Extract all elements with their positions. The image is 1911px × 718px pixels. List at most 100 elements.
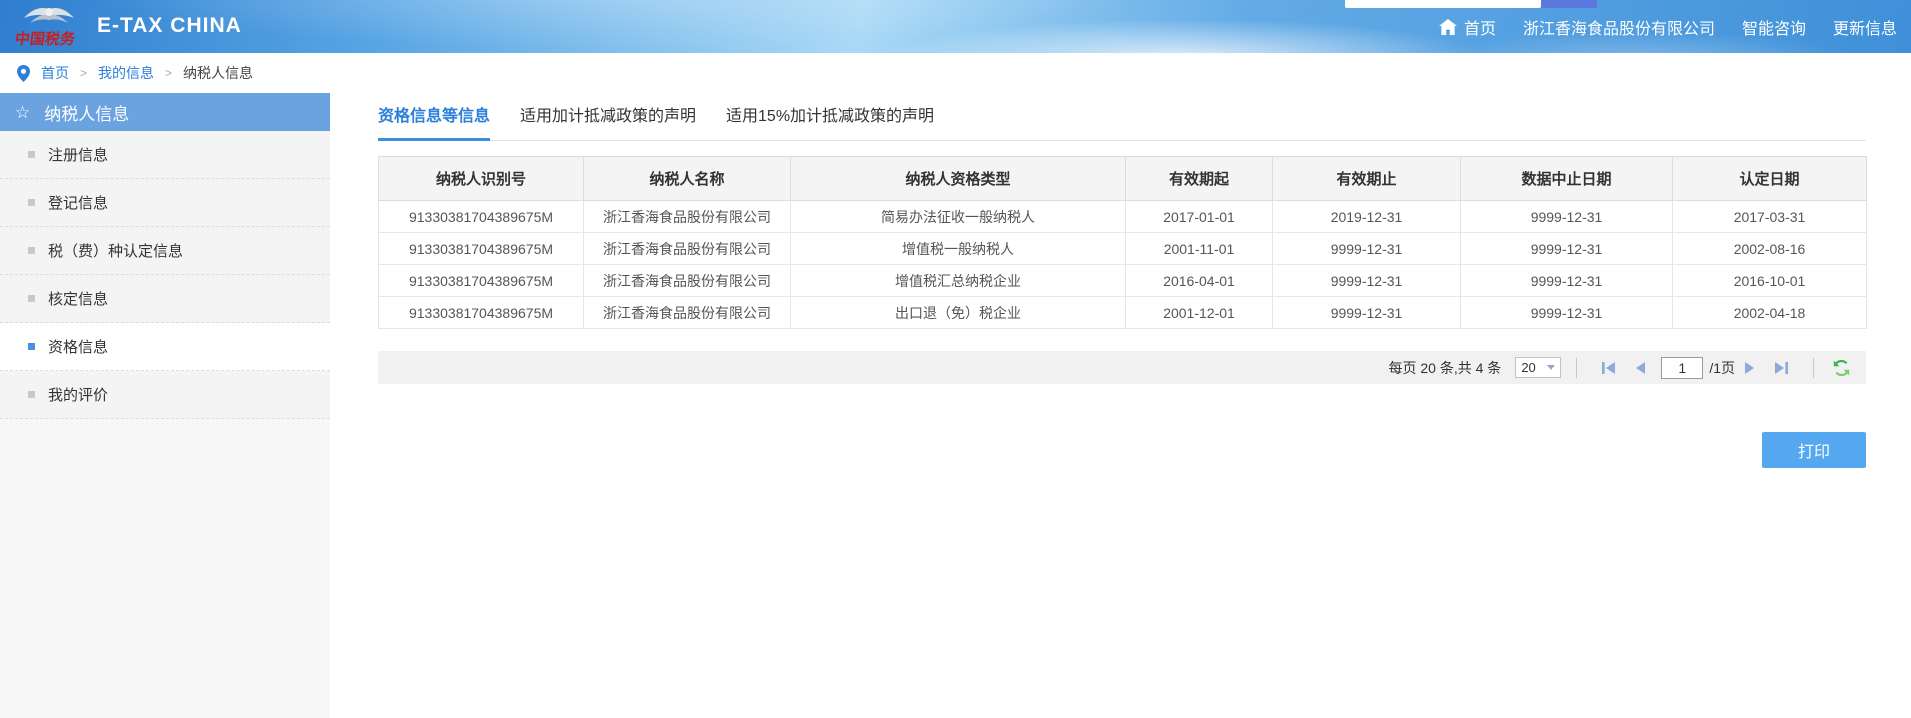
star-icon: ☆ — [15, 104, 30, 121]
search-input[interactable] — [1345, 0, 1541, 8]
cell: 2016-04-01 — [1126, 265, 1273, 297]
sidebar-item-label: 税（费）种认定信息 — [48, 240, 183, 261]
prev-page-button[interactable] — [1634, 361, 1646, 375]
cell: 增值税汇总纳税企业 — [791, 265, 1126, 297]
table-row: 91330381704389675M 浙江香海食品股份有限公司 出口退（免）税企… — [379, 297, 1867, 329]
first-page-button[interactable] — [1601, 361, 1616, 375]
next-page-button[interactable] — [1744, 361, 1756, 375]
divider — [1576, 358, 1577, 378]
sidebar-item-my-evaluation[interactable]: 我的评价 — [0, 371, 330, 419]
location-pin-icon — [17, 65, 30, 82]
cell: 浙江香海食品股份有限公司 — [584, 265, 791, 297]
last-page-icon — [1774, 361, 1789, 375]
cell: 2017-01-01 — [1126, 201, 1273, 233]
cell: 9999-12-31 — [1461, 233, 1673, 265]
main-content: 资格信息等信息 适用加计抵减政策的声明 适用15%加计抵减政策的声明 纳税人识别… — [378, 93, 1866, 718]
square-bullet-icon — [28, 343, 35, 350]
cell: 2002-04-18 — [1673, 297, 1867, 329]
nav-smart-consult[interactable]: 智能咨询 — [1742, 15, 1806, 39]
sidebar-item-label: 注册信息 — [48, 144, 108, 165]
sidebar-item-verification[interactable]: 核定信息 — [0, 275, 330, 323]
first-page-icon — [1601, 361, 1616, 375]
nav-company-label: 浙江香海食品股份有限公司 — [1523, 15, 1715, 39]
column-header: 纳税人识别号 — [379, 157, 584, 201]
divider — [1813, 358, 1814, 378]
refresh-button[interactable] — [1833, 360, 1850, 376]
cell: 增值税一般纳税人 — [791, 233, 1126, 265]
cell: 简易办法征收一般纳税人 — [791, 201, 1126, 233]
cell: 浙江香海食品股份有限公司 — [584, 297, 791, 329]
tab-qualification-info[interactable]: 资格信息等信息 — [378, 107, 490, 140]
nav-update-info[interactable]: 更新信息 — [1833, 15, 1897, 39]
breadcrumb: 首页 > 我的信息 > 纳税人信息 — [0, 53, 1911, 93]
nav-smart-consult-label: 智能咨询 — [1742, 15, 1806, 39]
cell: 浙江香海食品股份有限公司 — [584, 201, 791, 233]
square-bullet-icon — [28, 391, 35, 398]
sidebar-header: ☆ 纳税人信息 — [0, 93, 330, 131]
home-icon — [1439, 19, 1457, 35]
page-number-input[interactable] — [1661, 357, 1703, 379]
sidebar-item-label: 我的评价 — [48, 384, 108, 405]
cell: 9999-12-31 — [1461, 297, 1673, 329]
breadcrumb-separator: > — [165, 66, 172, 80]
cell: 91330381704389675M — [379, 297, 584, 329]
nav-home[interactable]: 首页 — [1439, 15, 1496, 39]
table-row: 91330381704389675M 浙江香海食品股份有限公司 增值税一般纳税人… — [379, 233, 1867, 265]
table-header-row: 纳税人识别号 纳税人名称 纳税人资格类型 有效期起 有效期止 数据中止日期 认定… — [379, 157, 1867, 201]
search-button[interactable] — [1541, 0, 1597, 8]
brand: 中国税务 E-TAX CHINA — [16, 3, 242, 49]
page-size-value: 20 — [1521, 360, 1535, 375]
sidebar-item-record[interactable]: 登记信息 — [0, 179, 330, 227]
cell: 2001-11-01 — [1126, 233, 1273, 265]
cell: 91330381704389675M — [379, 233, 584, 265]
tab-addition-deduction-15-policy[interactable]: 适用15%加计抵减政策的声明 — [726, 107, 934, 140]
cell: 9999-12-31 — [1461, 201, 1673, 233]
column-header: 纳税人资格类型 — [791, 157, 1126, 201]
cell: 91330381704389675M — [379, 265, 584, 297]
sidebar-title: 纳税人信息 — [44, 100, 129, 125]
cell: 9999-12-31 — [1273, 297, 1461, 329]
cell: 2019-12-31 — [1273, 201, 1461, 233]
cell: 2016-10-01 — [1673, 265, 1867, 297]
chevron-down-icon — [1547, 365, 1555, 370]
total-pages-label: /1页 — [1709, 358, 1735, 378]
brand-title: E-TAX CHINA — [97, 14, 242, 38]
prev-page-icon — [1634, 361, 1646, 375]
page-size-select[interactable]: 20 — [1515, 357, 1561, 378]
cell: 9999-12-31 — [1273, 233, 1461, 265]
sidebar-item-label: 核定信息 — [48, 288, 108, 309]
cell: 2017-03-31 — [1673, 201, 1867, 233]
nav-company[interactable]: 浙江香海食品股份有限公司 — [1523, 15, 1715, 39]
print-row: 打印 — [378, 432, 1866, 468]
breadcrumb-home-link[interactable]: 首页 — [41, 63, 69, 83]
tab-bar: 资格信息等信息 适用加计抵减政策的声明 适用15%加计抵减政策的声明 — [378, 93, 1866, 141]
next-page-icon — [1744, 361, 1756, 375]
tab-addition-deduction-policy[interactable]: 适用加计抵减政策的声明 — [520, 107, 696, 140]
pagination-bar: 每页 20 条,共 4 条 20 /1页 — [378, 351, 1866, 384]
sidebar-item-label: 登记信息 — [48, 192, 108, 213]
sidebar-item-qualification[interactable]: 资格信息 — [0, 323, 330, 371]
sidebar-item-tax-type[interactable]: 税（费）种认定信息 — [0, 227, 330, 275]
column-header: 纳税人名称 — [584, 157, 791, 201]
cell: 91330381704389675M — [379, 201, 584, 233]
top-header: 中国税务 E-TAX CHINA 首页 浙江香海食品股份有限公司 智能咨询 更新… — [0, 0, 1911, 53]
breadcrumb-myinfo-link[interactable]: 我的信息 — [98, 63, 154, 83]
sidebar-item-register[interactable]: 注册信息 — [0, 131, 330, 179]
square-bullet-icon — [28, 247, 35, 254]
column-header: 认定日期 — [1673, 157, 1867, 201]
qualification-table: 纳税人识别号 纳税人名称 纳税人资格类型 有效期起 有效期止 数据中止日期 认定… — [378, 156, 1867, 329]
square-bullet-icon — [28, 199, 35, 206]
square-bullet-icon — [28, 295, 35, 302]
cell: 2002-08-16 — [1673, 233, 1867, 265]
column-header: 数据中止日期 — [1461, 157, 1673, 201]
sidebar: ☆ 纳税人信息 注册信息 登记信息 税（费）种认定信息 核定信息 资格信息 我的… — [0, 93, 330, 718]
square-bullet-icon — [28, 151, 35, 158]
last-page-button[interactable] — [1774, 361, 1789, 375]
print-button[interactable]: 打印 — [1762, 432, 1866, 468]
table-row: 91330381704389675M 浙江香海食品股份有限公司 简易办法征收一般… — [379, 201, 1867, 233]
tax-logo-icon: 中国税务 — [16, 3, 82, 49]
cell: 9999-12-31 — [1273, 265, 1461, 297]
refresh-icon — [1833, 360, 1850, 376]
cell: 9999-12-31 — [1461, 265, 1673, 297]
nav-update-info-label: 更新信息 — [1833, 15, 1897, 39]
